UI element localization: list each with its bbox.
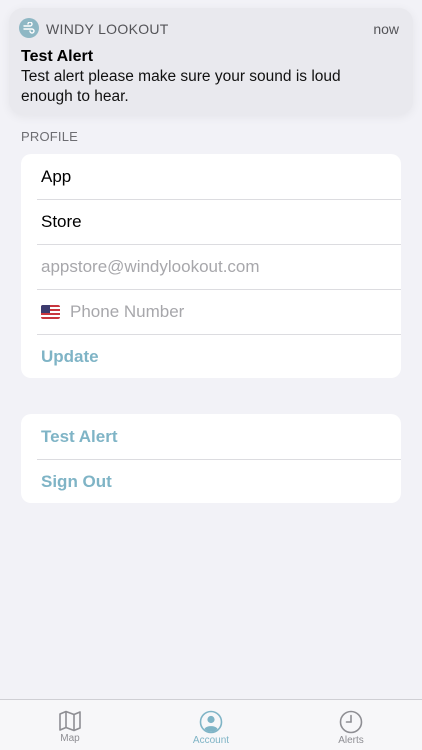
first-name-field[interactable]: App <box>21 154 401 199</box>
last-name-field[interactable]: Store <box>21 199 401 244</box>
tab-alerts[interactable]: Alerts <box>301 700 401 750</box>
update-button-label: Update <box>41 346 99 366</box>
notification-body: Test alert please make sure your sound i… <box>21 68 341 105</box>
profile-group: App Store appstore@windylookout.com Phon… <box>21 154 401 378</box>
notification-app-name: WINDY LOOKOUT <box>46 21 169 37</box>
update-button[interactable]: Update <box>21 334 401 378</box>
clock-icon <box>339 710 363 734</box>
email-field[interactable]: appstore@windylookout.com <box>21 244 401 289</box>
actions-group: Test Alert Sign Out <box>21 414 401 503</box>
last-name-value: Store <box>41 211 82 231</box>
tab-account-label: Account <box>192 735 230 746</box>
map-icon <box>59 710 81 732</box>
us-flag-icon[interactable] <box>41 304 60 319</box>
notification-banner[interactable]: WINDY LOOKOUT now Test Alert Test alert … <box>9 8 413 115</box>
tab-map-label: Map <box>60 733 80 744</box>
wind-app-icon <box>19 18 39 38</box>
account-icon <box>199 710 223 734</box>
test-alert-button[interactable]: Test Alert <box>21 414 401 459</box>
first-name-value: App <box>41 166 72 186</box>
tab-bar: Map Account Alerts <box>0 699 422 750</box>
sign-out-label: Sign Out <box>41 471 112 491</box>
notification-time: now <box>373 21 399 37</box>
profile-section-header: PROFILE <box>21 129 79 144</box>
email-placeholder: appstore@windylookout.com <box>41 256 260 276</box>
phone-number-field[interactable]: Phone Number <box>21 289 401 334</box>
tab-alerts-label: Alerts <box>338 735 364 746</box>
notification-title: Test Alert <box>21 48 94 65</box>
test-alert-label: Test Alert <box>41 426 118 446</box>
phone-number-placeholder: Phone Number <box>70 301 185 321</box>
tab-account[interactable]: Account <box>161 700 261 750</box>
sign-out-button[interactable]: Sign Out <box>21 459 401 503</box>
tab-map[interactable]: Map <box>20 700 120 750</box>
